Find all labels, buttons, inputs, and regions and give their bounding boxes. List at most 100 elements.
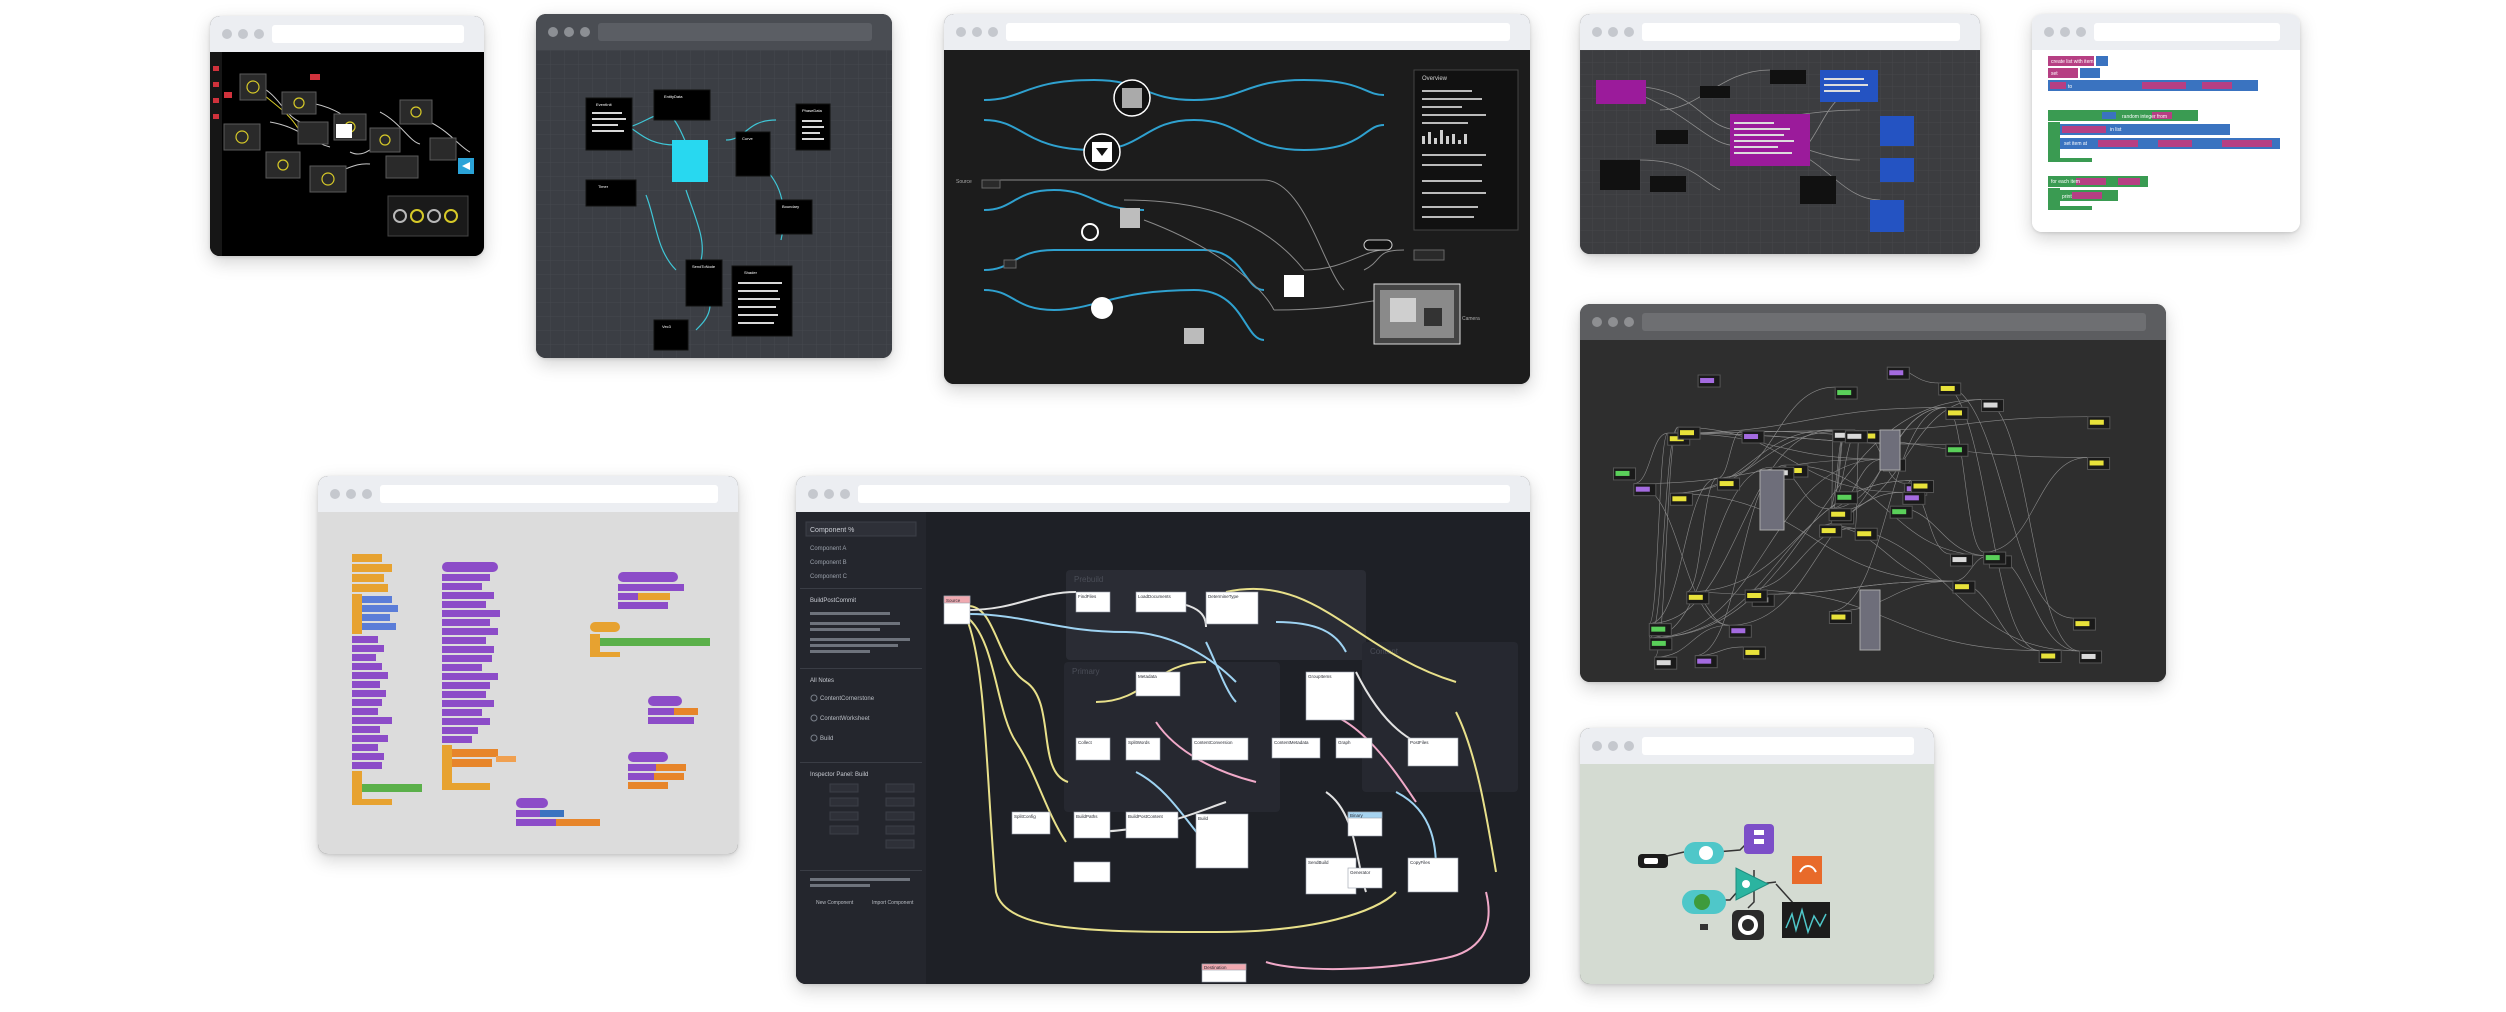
graph-node-header (1913, 483, 1928, 489)
node-graph-label: Graph (1338, 740, 1351, 745)
new-component-button[interactable]: New Component (816, 900, 854, 906)
maximize-dot[interactable] (1624, 317, 1634, 327)
window-node-graph[interactable]: EventInit EntityData PhaseData Curve Timer Se… (536, 14, 892, 358)
graph-node-header (1651, 626, 1666, 632)
maximize-dot[interactable] (580, 27, 590, 37)
maximize-dot[interactable] (1624, 27, 1634, 37)
note-item-2[interactable]: ContentWorksheet (820, 716, 870, 722)
graph-hub-node[interactable] (1759, 469, 1785, 531)
graph-canvas[interactable] (1580, 50, 1980, 254)
svg-text:EntityData: EntityData (664, 94, 683, 99)
window-pipeline-graph[interactable]: Source Overview Camera (944, 14, 1530, 384)
block-text-16: print (2062, 194, 2072, 200)
minimize-dot[interactable] (1608, 317, 1618, 327)
build-editor[interactable]: Component % Component A Component B Comp… (796, 512, 1530, 984)
node-loaddocuments-label: LoadDocuments (1138, 594, 1172, 599)
maximize-dot[interactable] (362, 489, 372, 499)
build-graph-canvas: Component % Component A Component B Comp… (796, 512, 1518, 984)
window-scratch-blocks[interactable] (318, 476, 738, 854)
graph-hub-node[interactable] (1859, 589, 1881, 651)
patcher-graph (210, 52, 474, 256)
graph-node-header (1837, 494, 1852, 500)
graph-node-header (1983, 402, 1998, 408)
graph-canvas[interactable] (1580, 340, 2166, 682)
address-bar[interactable] (380, 485, 718, 503)
address-bar[interactable] (1006, 23, 1510, 41)
minimize-dot[interactable] (564, 27, 574, 37)
maximize-dot[interactable] (254, 29, 264, 39)
close-dot[interactable] (808, 489, 818, 499)
close-dot[interactable] (1592, 27, 1602, 37)
close-dot[interactable] (330, 489, 340, 499)
close-dot[interactable] (956, 27, 966, 37)
graph-node-header (1837, 390, 1852, 396)
minimize-dot[interactable] (238, 29, 248, 39)
window-purple-blue-graph[interactable] (1580, 14, 1980, 254)
close-dot[interactable] (2044, 27, 2054, 37)
close-dot[interactable] (222, 29, 232, 39)
minimize-dot[interactable] (1608, 27, 1618, 37)
minimize-dot[interactable] (1608, 741, 1618, 751)
import-component-button[interactable]: Import Component (872, 900, 914, 906)
graph-hub-node[interactable] (1879, 429, 1901, 471)
pipeline-diagram: Source Overview Camera (956, 69, 1519, 345)
address-bar[interactable] (272, 25, 464, 43)
address-bar[interactable] (858, 485, 1510, 503)
window-kids-flow[interactable] (1580, 728, 1934, 984)
window-audio-patcher[interactable] (210, 16, 484, 256)
address-bar[interactable] (598, 23, 872, 41)
close-dot[interactable] (548, 27, 558, 37)
address-bar[interactable] (1642, 23, 1960, 41)
graph-node-header (1947, 447, 1962, 453)
window-blocks-code[interactable]: create list with item set to random inte… (2032, 14, 2300, 232)
graph-node-header (2081, 653, 2096, 659)
maximize-dot[interactable] (840, 489, 850, 499)
node-findfiles-label: FindFiles (1078, 594, 1097, 599)
graph-node-header (1635, 486, 1650, 492)
window-build-graph[interactable]: Component % Component A Component B Comp… (796, 476, 1530, 984)
component-item-c[interactable]: Component C (810, 574, 848, 580)
graph-node-header (1745, 649, 1760, 655)
window-dense-graph[interactable] (1580, 304, 2166, 682)
flow-canvas[interactable] (1580, 764, 1934, 984)
maximize-dot[interactable] (988, 27, 998, 37)
note-item-3[interactable]: Build (820, 736, 833, 742)
svg-text:Shader: Shader (744, 270, 758, 275)
patcher-canvas[interactable] (210, 52, 484, 256)
inspector-title: Inspector Panel: Build (810, 772, 868, 778)
minimize-dot[interactable] (2060, 27, 2070, 37)
window-titlebar (210, 16, 484, 53)
address-bar[interactable] (1642, 737, 1914, 755)
minimize-dot[interactable] (346, 489, 356, 499)
component-item-a[interactable]: Component A (810, 546, 846, 552)
svg-text:SendToNode: SendToNode (692, 264, 716, 269)
node-buildpostcontent-label: BuildPostContent (1128, 814, 1164, 819)
maximize-dot[interactable] (2076, 27, 2086, 37)
graph-nodes (1613, 366, 2111, 670)
minimize-dot[interactable] (824, 489, 834, 499)
node-sendbuild-label: SendBuild (1308, 860, 1329, 865)
close-dot[interactable] (1592, 317, 1602, 327)
scratch-workspace[interactable] (318, 512, 738, 854)
graph-node-header (1831, 511, 1846, 517)
component-search-input[interactable]: Component % (810, 527, 854, 534)
close-dot[interactable] (1592, 741, 1602, 751)
node-generator-label: Generator (1350, 870, 1371, 875)
graph-canvas[interactable]: EventInit EntityData PhaseData Curve Timer Se… (536, 50, 892, 358)
maximize-dot[interactable] (1624, 741, 1634, 751)
address-bar[interactable] (1642, 313, 2146, 331)
window-titlebar (536, 14, 892, 51)
window-titlebar (1580, 14, 1980, 51)
blocks-workspace[interactable]: create list with item set to random inte… (2032, 50, 2300, 232)
minimize-dot[interactable] (972, 27, 982, 37)
graph-node-header (1821, 528, 1836, 534)
selected-component-title: BuildPostCommit (810, 598, 856, 604)
svg-text:Boundary: Boundary (782, 204, 799, 209)
pipeline-canvas[interactable]: Source Overview Camera (944, 50, 1530, 384)
block-text-12: set item at (2064, 141, 2088, 147)
address-bar[interactable] (2094, 23, 2280, 41)
graph-node-header (1847, 433, 1862, 439)
note-item-1[interactable]: ContentCornerstone (820, 696, 875, 702)
graph-node-header (1904, 495, 1919, 501)
component-item-b[interactable]: Component B (810, 560, 847, 566)
